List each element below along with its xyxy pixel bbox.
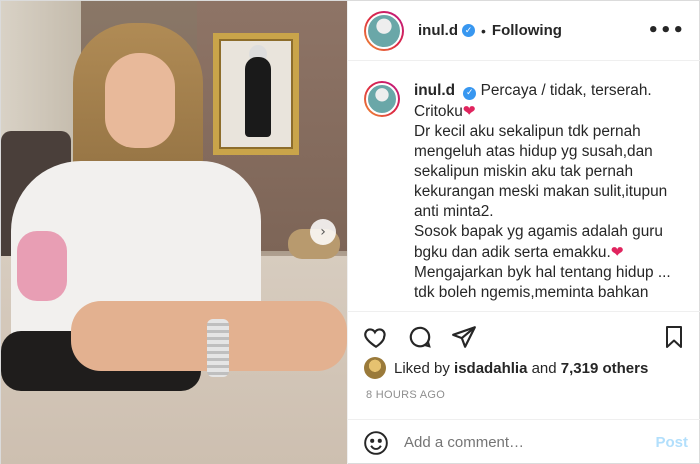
portrait-figure bbox=[245, 57, 271, 137]
liker-username[interactable]: isdadahlia bbox=[454, 360, 527, 377]
caption-line-6: anti minta2. bbox=[414, 203, 494, 220]
post-photo[interactable]: › bbox=[1, 1, 347, 464]
caption-line-8: bgku dan adik serta emakku. bbox=[414, 244, 611, 261]
next-photo-button[interactable]: › bbox=[310, 219, 336, 245]
author-avatar[interactable] bbox=[364, 10, 404, 51]
author-username[interactable]: inul.d bbox=[418, 22, 458, 39]
likes-connector: and bbox=[531, 359, 557, 377]
emoji-icon[interactable] bbox=[362, 429, 390, 457]
caption-line-9: Mengajarkan byk hal tentang hidup ... bbox=[414, 264, 671, 281]
heart-emoji-icon: ❤ bbox=[462, 102, 476, 120]
caption-line-7: Sosok bapak yg agamis adalah guru bbox=[414, 223, 663, 240]
heart-icon[interactable] bbox=[362, 323, 390, 351]
caption-line-10: tdk boleh ngemis,meminta bahkan bbox=[414, 284, 649, 301]
comment-input[interactable] bbox=[404, 434, 656, 451]
likes-summary: Liked by isdadahlia and 7,319 others bbox=[364, 357, 685, 379]
avatar-image bbox=[366, 12, 402, 49]
photo-portrait-frame bbox=[213, 33, 299, 155]
post-timestamp[interactable]: 8 HOURS AGO bbox=[366, 389, 445, 401]
share-icon[interactable] bbox=[450, 323, 478, 351]
photo-sleeve-print bbox=[17, 231, 67, 301]
caption-text: inul.d ✓ Percaya / tidak, terserah. Crit… bbox=[414, 81, 671, 305]
caption-line-5: kekurangan meski makan sulit,itupun bbox=[414, 183, 668, 200]
chevron-right-icon: › bbox=[320, 224, 326, 240]
likes-others-link[interactable]: 7,319 others bbox=[561, 360, 649, 377]
caption-line-4: sekalipun miskin aku tak pernah bbox=[414, 163, 634, 180]
post-details-panel: inul.d ✓ • Following ••• inul.d ✓ Percay… bbox=[347, 1, 700, 464]
post-header: inul.d ✓ • Following ••• bbox=[348, 1, 700, 61]
comment-icon[interactable] bbox=[406, 323, 434, 351]
action-bar bbox=[348, 311, 700, 361]
caption-line-2: Dr kecil aku sekalipun tdk pernah bbox=[414, 123, 641, 140]
verified-badge-icon: ✓ bbox=[463, 86, 477, 100]
caption-author-avatar[interactable] bbox=[364, 81, 400, 117]
bookmark-icon[interactable] bbox=[660, 323, 688, 351]
post-comment-button[interactable]: Post bbox=[655, 434, 688, 451]
more-options-icon[interactable]: ••• bbox=[647, 20, 685, 41]
caption-line-3: mengeluh atas hidup yg susah,dan bbox=[414, 143, 653, 160]
caption-line-1: Critoku bbox=[414, 103, 463, 120]
comment-bar: Post bbox=[348, 419, 700, 464]
likes-prefix: Liked by bbox=[394, 359, 450, 377]
avatar-image bbox=[366, 83, 398, 115]
verified-badge-icon: ✓ bbox=[462, 24, 475, 37]
following-button[interactable]: Following bbox=[492, 22, 562, 39]
caption-username[interactable]: inul.d bbox=[414, 82, 455, 99]
photo-face bbox=[105, 53, 175, 148]
instagram-post: › inul.d ✓ • Following ••• inul.d ✓ Perc… bbox=[0, 0, 700, 464]
caption: inul.d ✓ Percaya / tidak, terserah. Crit… bbox=[364, 81, 685, 305]
caption-line-0: Percaya / tidak, terserah. bbox=[480, 82, 652, 99]
separator-dot: • bbox=[481, 22, 486, 39]
liker-avatar[interactable] bbox=[364, 357, 386, 379]
heart-emoji-icon: ❤ bbox=[610, 243, 624, 261]
photo-bracelet bbox=[207, 319, 229, 377]
